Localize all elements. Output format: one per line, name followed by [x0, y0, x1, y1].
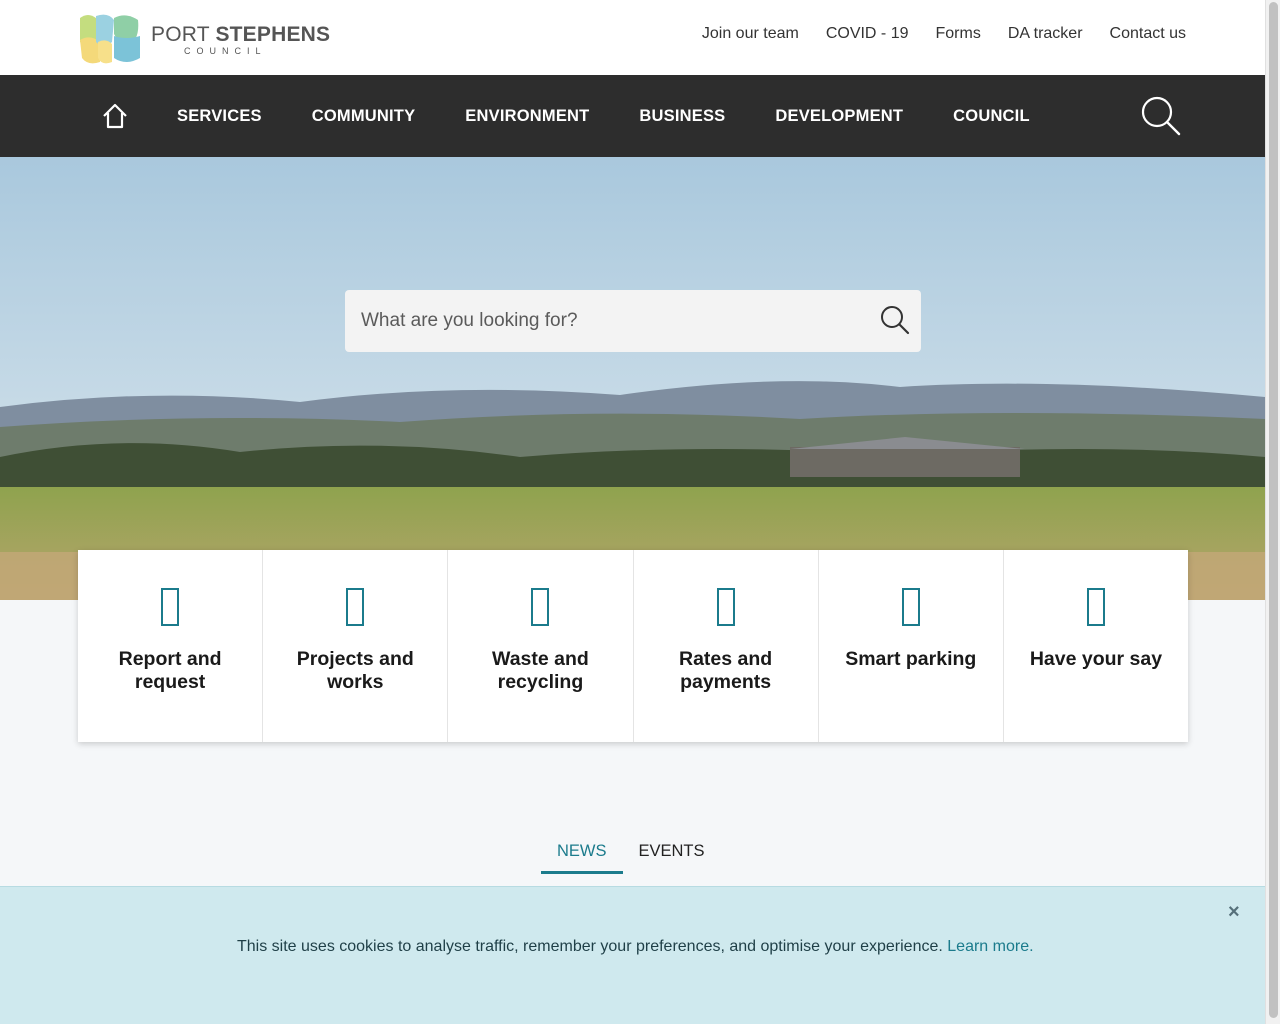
- nav-item-community[interactable]: COMMUNITY: [312, 107, 416, 126]
- quick-link-label: Have your say: [1029, 648, 1163, 670]
- quick-link-have-your-say[interactable]: Have your say: [1004, 550, 1188, 742]
- nav-item-council[interactable]: COUNCIL: [953, 107, 1030, 126]
- quick-links: Report and request Projects and works Wast…: [78, 550, 1188, 742]
- hero-landscape-image: [0, 157, 1265, 600]
- projects-icon: [346, 588, 365, 626]
- utility-links: Join our team COVID - 19 Forms DA tracke…: [702, 25, 1186, 43]
- link-contact-us[interactable]: Contact us: [1110, 25, 1186, 43]
- link-covid-19[interactable]: COVID - 19: [826, 25, 909, 43]
- scrollbar-thumb[interactable]: [1269, 2, 1278, 1018]
- nav-item-services[interactable]: SERVICES: [177, 107, 262, 126]
- report-icon: [161, 588, 180, 626]
- hero-banner: [0, 157, 1265, 600]
- quick-link-label: Smart parking: [845, 648, 977, 670]
- quick-link-label: Report and request: [118, 648, 222, 693]
- logo-text: PORT STEPHENS: [151, 23, 330, 47]
- feedback-icon: [1086, 588, 1105, 626]
- hero-search-box: [345, 290, 921, 352]
- quick-link-rates-and-payments[interactable]: Rates and payments: [634, 550, 819, 742]
- nav-item-business[interactable]: BUSINESS: [639, 107, 725, 126]
- link-join-our-team[interactable]: Join our team: [702, 25, 799, 43]
- nav-item-development[interactable]: DEVELOPMENT: [775, 107, 903, 126]
- tab-events[interactable]: EVENTS: [623, 838, 721, 874]
- nav-search-button[interactable]: [1140, 95, 1182, 137]
- home-icon: [103, 103, 127, 129]
- council-logo[interactable]: PORT STEPHENS COUNCIL: [78, 12, 330, 64]
- page-scrollbar[interactable]: [1265, 0, 1280, 1024]
- parking-icon: [901, 588, 920, 626]
- nav-item-environment[interactable]: ENVIRONMENT: [465, 107, 589, 126]
- main-navigation: SERVICES COMMUNITY ENVIRONMENT BUSINESS …: [0, 75, 1265, 157]
- link-da-tracker[interactable]: DA tracker: [1008, 25, 1083, 43]
- cookie-learn-more-link[interactable]: Learn more.: [947, 938, 1033, 955]
- quick-link-projects-and-works[interactable]: Projects and works: [263, 550, 449, 742]
- nav-menu: SERVICES COMMUNITY ENVIRONMENT BUSINESS …: [177, 107, 1030, 126]
- close-icon[interactable]: ×: [1228, 901, 1240, 924]
- recycling-icon: [531, 588, 550, 626]
- quick-link-label: Waste and recycling: [492, 648, 589, 693]
- tab-news[interactable]: NEWS: [541, 838, 623, 874]
- search-input[interactable]: [345, 290, 865, 352]
- quick-link-label: Projects and works: [296, 648, 414, 693]
- logo-subtitle: COUNCIL: [184, 46, 267, 56]
- logo-word-port: PORT: [151, 23, 210, 46]
- quick-link-label: Rates and payments: [679, 648, 773, 693]
- link-forms[interactable]: Forms: [936, 25, 981, 43]
- top-utility-bar: PORT STEPHENS COUNCIL Join our team COVI…: [0, 0, 1265, 75]
- logo-word-stephens: STEPHENS: [215, 23, 331, 46]
- payments-icon: [716, 588, 735, 626]
- quick-link-waste-and-recycling[interactable]: Waste and recycling: [448, 550, 634, 742]
- cookie-banner: × This site uses cookies to analyse traf…: [0, 886, 1265, 1024]
- search-icon: [1141, 96, 1181, 136]
- cookie-message: This site uses cookies to analyse traffi…: [237, 938, 1034, 956]
- logo-mark-icon: [80, 14, 140, 64]
- quick-link-smart-parking[interactable]: Smart parking: [819, 550, 1004, 742]
- search-icon[interactable]: [879, 304, 911, 336]
- news-events-tabs: NEWS EVENTS: [541, 838, 721, 874]
- cookie-message-text: This site uses cookies to analyse traffi…: [237, 938, 943, 955]
- quick-link-report-and-request[interactable]: Report and request: [78, 550, 264, 742]
- home-button[interactable]: [100, 101, 130, 131]
